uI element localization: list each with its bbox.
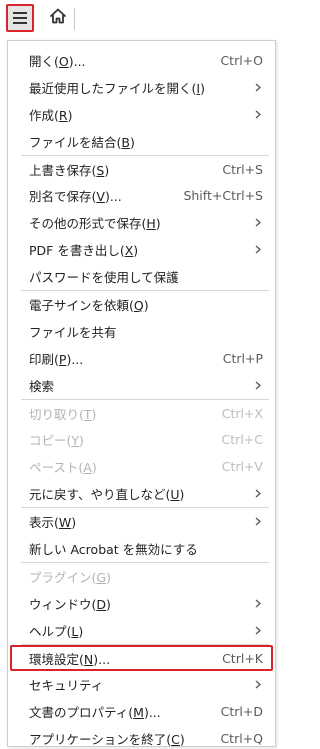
- menu-item-10[interactable]: ファイルを共有: [8, 318, 275, 345]
- menu-item-14: コピー(Y) Ctrl+C: [8, 426, 275, 453]
- menu-item-13: 切り取り(T) Ctrl+X: [8, 400, 275, 427]
- menu-item-8[interactable]: パスワードを使用して保護: [8, 263, 275, 290]
- home-icon: [49, 8, 67, 28]
- menu-item-label: 上書き保存(S): [29, 162, 110, 178]
- menu-item-mnemonic: C: [171, 732, 180, 748]
- menu-item-label: 最近使用したファイルを開く(I): [29, 80, 205, 96]
- menu-item-shortcut: Ctrl+P: [222, 350, 263, 366]
- menu-item-label: ファイルを結合(B): [29, 134, 135, 150]
- menu-item-label: 印刷(P)...: [29, 351, 84, 367]
- menu-item-11[interactable]: 印刷(P)... Ctrl+P: [8, 345, 275, 372]
- menu-item-0[interactable]: 開く(O)... Ctrl+O: [8, 47, 275, 74]
- chevron-right-icon: [253, 380, 263, 390]
- menu-item-shortcut: Ctrl+S: [222, 161, 263, 177]
- menu-item-label: パスワードを使用して保護: [29, 270, 179, 286]
- menu-item-1[interactable]: 最近使用したファイルを開く(I): [8, 74, 275, 101]
- chevron-right-icon: [253, 598, 263, 608]
- menu-item-mnemonic: H: [146, 216, 156, 232]
- chevron-right-icon: [253, 680, 263, 690]
- menu-item-22[interactable]: 環境設定(N)... Ctrl+K: [8, 644, 275, 672]
- toolbar-divider: [74, 8, 75, 30]
- menu-item-label: ヘルプ(L): [29, 623, 84, 639]
- menu-item-19: プラグイン(G): [8, 563, 275, 590]
- hamburger-menu-icon: [13, 9, 27, 28]
- menu-item-shortcut: Ctrl+Q: [220, 731, 263, 747]
- menu-item-21[interactable]: ヘルプ(L): [8, 617, 275, 644]
- home-button[interactable]: [44, 4, 72, 32]
- menu-item-label: 開く(O)...: [29, 53, 86, 69]
- menu-item-6[interactable]: その他の形式で保存(H): [8, 209, 275, 236]
- menu-item-mnemonic: A: [83, 460, 92, 476]
- menu-item-mnemonic: O: [58, 53, 69, 69]
- menu-item-label: 表示(W): [29, 515, 77, 531]
- menu-item-label: 作成(R): [29, 107, 73, 123]
- menu-item-17[interactable]: 表示(W): [8, 508, 275, 535]
- chevron-right-icon: [253, 218, 263, 228]
- menu-item-label: 検索: [29, 378, 55, 394]
- menu-item-mnemonic: D: [96, 596, 107, 612]
- menu-item-shortcut: Ctrl+K: [222, 650, 263, 666]
- menu-item-mnemonic: U: [170, 487, 180, 503]
- menu-item-25[interactable]: アプリケーションを終了(C) Ctrl+Q: [8, 725, 275, 749]
- menu-item-5[interactable]: 別名で保存(V)... Shift+Ctrl+S: [8, 182, 275, 209]
- menu-item-label: 新しい Acrobat を無効にする: [29, 541, 198, 557]
- menu-item-label: ウィンドウ(D): [29, 596, 111, 612]
- menu-item-12[interactable]: 検索: [8, 372, 275, 399]
- menu-item-mnemonic: W: [58, 515, 72, 531]
- menu-item-7[interactable]: PDF を書き出し(X): [8, 236, 275, 263]
- menu-item-label: その他の形式で保存(H): [29, 216, 161, 232]
- menu-item-2[interactable]: 作成(R): [8, 101, 275, 128]
- acrobat-window: 開く(O)... Ctrl+O 最近使用したファイルを開く(I) 作成(R) ファイルを…: [0, 0, 279, 749]
- menu-item-15: ペースト(A) Ctrl+V: [8, 453, 275, 480]
- chevron-right-icon: [253, 489, 263, 499]
- chevron-right-icon: [253, 109, 263, 119]
- main-menu: 開く(O)... Ctrl+O 最近使用したファイルを開く(I) 作成(R) ファイルを…: [7, 40, 276, 747]
- hamburger-menu-button[interactable]: [6, 4, 34, 32]
- chevron-right-icon: [253, 245, 263, 255]
- menu-item-shortcut: Ctrl+O: [220, 52, 263, 68]
- menu-item-mnemonic: G: [96, 569, 107, 585]
- chevron-right-icon: [253, 625, 263, 635]
- chevron-right-icon: [253, 517, 263, 527]
- menu-item-label: アプリケーションを終了(C): [29, 732, 185, 748]
- toolbar: [0, 0, 279, 38]
- menu-item-label: 文書のプロパティ(M)...: [29, 705, 161, 721]
- menu-list: 開く(O)... Ctrl+O 最近使用したファイルを開く(I) 作成(R) ファイルを…: [8, 47, 275, 749]
- menu-item-mnemonic: Y: [71, 433, 80, 449]
- menu-item-shortcut: Ctrl+X: [221, 405, 263, 421]
- menu-item-18[interactable]: 新しい Acrobat を無効にする: [8, 535, 275, 562]
- menu-item-shortcut: Ctrl+D: [220, 704, 263, 720]
- menu-item-16[interactable]: 元に戻す、やり直しなど(U): [8, 480, 275, 507]
- menu-item-mnemonic: T: [83, 406, 92, 422]
- chevron-right-icon: [253, 82, 263, 92]
- menu-item-label: 電子サインを依頼(Q): [29, 297, 149, 313]
- menu-item-shortcut: Shift+Ctrl+S: [183, 188, 263, 204]
- menu-item-mnemonic: N: [83, 651, 94, 667]
- menu-item-shortcut: Ctrl+V: [221, 459, 263, 475]
- menu-item-20[interactable]: ウィンドウ(D): [8, 590, 275, 617]
- menu-item-mnemonic: R: [58, 107, 68, 123]
- menu-item-label: コピー(Y): [29, 433, 84, 449]
- menu-item-label: ファイルを共有: [29, 324, 117, 340]
- menu-item-9[interactable]: 電子サインを依頼(Q): [8, 291, 275, 318]
- menu-item-label: ペースト(A): [29, 460, 97, 476]
- menu-item-label: 別名で保存(V)...: [29, 189, 122, 205]
- menu-item-label: 環境設定(N)...: [29, 651, 111, 667]
- menu-item-mnemonic: B: [121, 134, 130, 150]
- menu-item-label: プラグイン(G): [29, 569, 111, 585]
- menu-item-3[interactable]: ファイルを結合(B): [8, 128, 275, 155]
- menu-item-23[interactable]: セキュリティ: [8, 671, 275, 698]
- menu-item-mnemonic: M: [133, 705, 144, 721]
- menu-item-label: セキュリティ: [29, 678, 104, 694]
- menu-item-mnemonic: V: [96, 189, 105, 205]
- menu-item-24[interactable]: 文書のプロパティ(M)... Ctrl+D: [8, 698, 275, 725]
- menu-item-label: 元に戻す、やり直しなど(U): [29, 487, 185, 503]
- menu-item-4[interactable]: 上書き保存(S) Ctrl+S: [8, 156, 275, 183]
- menu-item-mnemonic: Q: [133, 297, 144, 313]
- menu-item-shortcut: Ctrl+C: [221, 432, 263, 448]
- menu-item-label: PDF を書き出し(X): [29, 243, 139, 259]
- menu-item-mnemonic: X: [124, 243, 134, 259]
- menu-item-label: 切り取り(T): [29, 406, 97, 422]
